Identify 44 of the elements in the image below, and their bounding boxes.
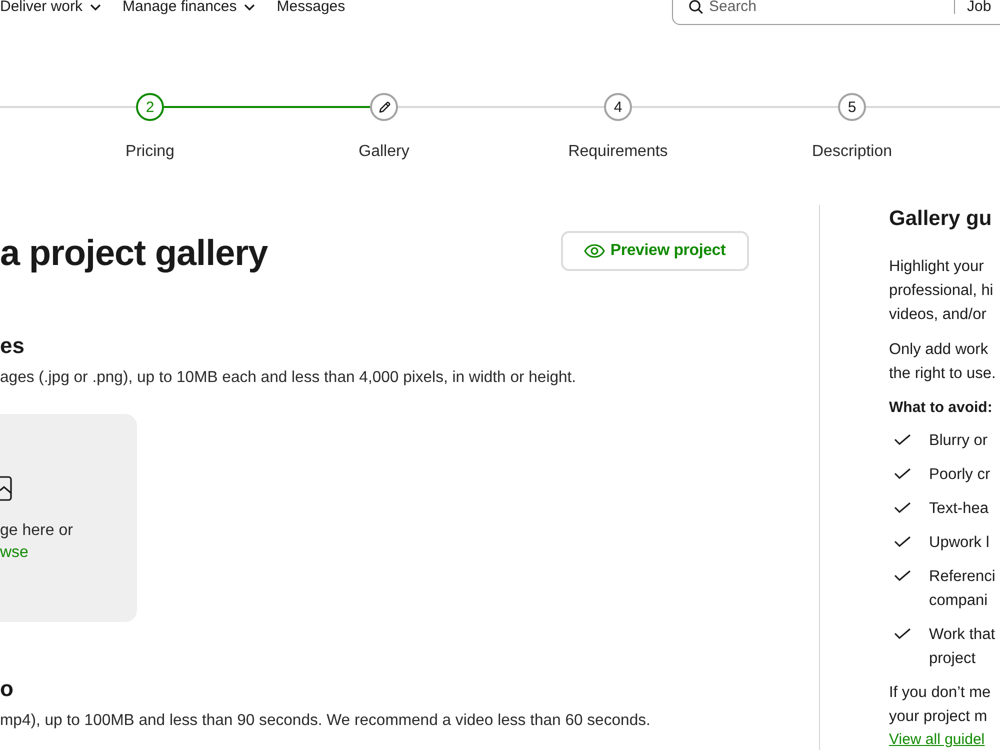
avoid-item-text: Poorly cr xyxy=(929,465,990,485)
page-title: a project gallery xyxy=(0,233,268,273)
upload-dropzone[interactable]: ge here or wse xyxy=(0,414,137,622)
check-icon xyxy=(894,628,911,639)
step-circle[interactable]: 4 xyxy=(604,93,632,121)
step-circle[interactable] xyxy=(370,93,398,121)
check-icon xyxy=(894,502,911,513)
section-heading: es xyxy=(0,332,24,360)
step-circle[interactable]: 2 xyxy=(136,93,164,121)
check-icon xyxy=(894,570,911,581)
nav-link[interactable]: Messages xyxy=(276,0,346,14)
avoid-item-text: Blurry or xyxy=(929,431,988,451)
check-icon xyxy=(894,434,911,445)
check-icon xyxy=(894,536,911,547)
step-label: Requirements xyxy=(568,142,668,162)
avoid-item-text: Work that project xyxy=(929,625,996,669)
nav-link[interactable]: Manage finances xyxy=(122,0,255,14)
guideline-text: Only add work the right to use. xyxy=(889,340,996,384)
avoid-heading: What to avoid: xyxy=(889,398,994,418)
guideline-text: Highlight your professional, hi videos, and/or xyxy=(889,257,994,325)
preview-button[interactable]: Preview project xyxy=(561,231,749,271)
browse-link[interactable]: wse xyxy=(0,544,28,561)
sidebar-title: Gallery gu xyxy=(889,206,993,232)
nav-link[interactable]: Deliver work xyxy=(0,0,101,14)
search-category-dropdown[interactable]: Job xyxy=(967,0,992,14)
eye-icon xyxy=(584,244,606,258)
step-label: Pricing xyxy=(126,142,174,162)
guideline-note: If you don’t me your project m xyxy=(889,683,992,727)
check-icon xyxy=(894,468,911,479)
search-field[interactable]: Search Job xyxy=(672,0,1000,25)
upload-hint: ge here or wse xyxy=(0,521,73,563)
section-heading: o xyxy=(0,675,14,703)
guidelines-link[interactable]: View all guidel xyxy=(889,731,985,749)
pencil-icon xyxy=(378,100,390,114)
avoid-item-text: Referenci compani xyxy=(929,567,996,611)
section-description: ages (.jpg or .png), up to 10MB each and less than 4,000 pixels, in width or height. xyxy=(0,368,576,388)
avoid-item-text: Text-hea xyxy=(929,499,988,519)
step-label: Gallery xyxy=(358,142,410,162)
section-description: mp4), up to 100MB and less than 90 seconds. We recommend a video less than 60 seconds. xyxy=(0,711,650,731)
image-icon xyxy=(0,476,12,501)
search-icon xyxy=(689,0,703,14)
step-label: Description xyxy=(812,142,892,162)
avoid-item-text: Upwork l xyxy=(929,533,990,553)
step-circle[interactable]: 5 xyxy=(838,93,866,121)
